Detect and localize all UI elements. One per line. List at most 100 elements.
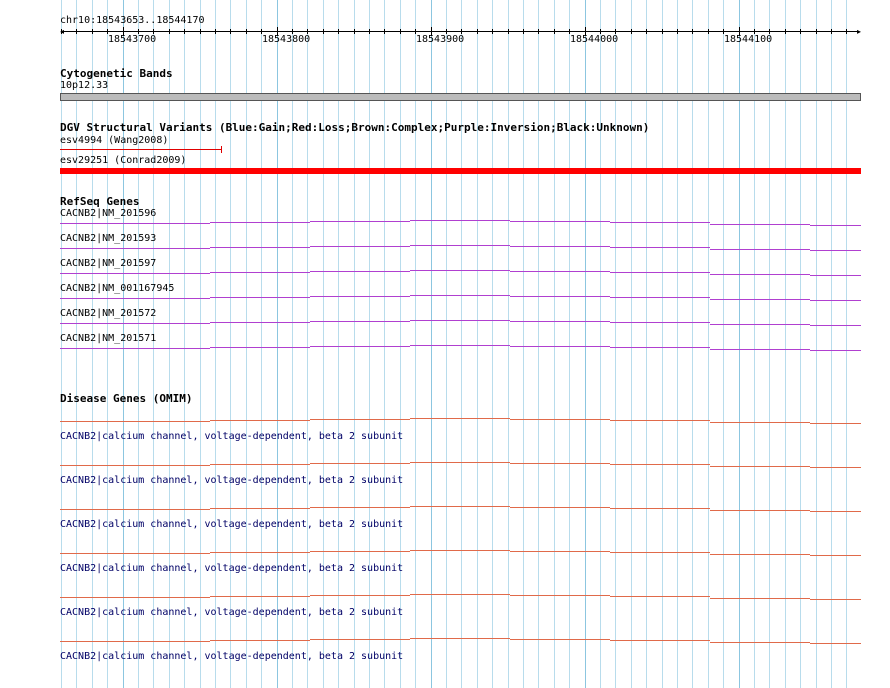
disease-gene-feature-segment[interactable] (810, 643, 861, 644)
gene-feature-segment[interactable] (710, 274, 810, 275)
disease-gene-feature-segment[interactable] (60, 509, 210, 510)
gene-feature-segment[interactable] (810, 325, 861, 326)
disease-gene-feature-segment[interactable] (710, 642, 810, 643)
gene-feature-segment[interactable] (610, 222, 710, 223)
disease-gene-feature-segment[interactable] (610, 464, 710, 465)
gene-feature-segment[interactable] (710, 349, 810, 350)
disease-gene-feature-segment[interactable] (610, 552, 710, 553)
gene-feature-segment[interactable] (210, 322, 310, 323)
disease-gene-feature-segment[interactable] (810, 599, 861, 600)
variant-bar[interactable] (60, 149, 222, 150)
gene-feature-segment[interactable] (210, 247, 310, 248)
gene-feature-segment[interactable] (710, 299, 810, 300)
gene-feature-segment[interactable] (510, 221, 610, 222)
gene-feature-segment[interactable] (410, 345, 510, 346)
gene-feature-segment[interactable] (610, 347, 710, 348)
gene-feature-segment[interactable] (610, 272, 710, 273)
gene-feature-segment[interactable] (510, 246, 610, 247)
gene-feature-segment[interactable] (510, 296, 610, 297)
disease-gene-feature-segment[interactable] (510, 639, 610, 640)
disease-gene-feature-segment[interactable] (310, 551, 410, 552)
disease-gene-feature-segment[interactable] (510, 507, 610, 508)
disease-gene-feature-segment[interactable] (410, 594, 510, 595)
gene-feature-segment[interactable] (810, 350, 861, 351)
disease-gene-feature-segment[interactable] (210, 552, 310, 553)
disease-gene-feature-segment[interactable] (310, 595, 410, 596)
disease-gene-feature-segment[interactable] (710, 598, 810, 599)
gene-feature-segment[interactable] (310, 321, 410, 322)
disease-gene-feature-segment[interactable] (610, 508, 710, 509)
gene-feature-segment[interactable] (60, 348, 210, 349)
gene-feature-segment[interactable] (60, 273, 210, 274)
disease-gene-feature-segment[interactable] (710, 510, 810, 511)
gene-feature-segment[interactable] (210, 272, 310, 273)
disease-gene-feature-segment[interactable] (410, 638, 510, 639)
gene-feature-segment[interactable] (210, 297, 310, 298)
disease-gene-feature-segment[interactable] (610, 640, 710, 641)
disease-gene-feature-segment[interactable] (510, 551, 610, 552)
gene-feature-segment[interactable] (810, 250, 861, 251)
disease-gene-feature-segment[interactable] (60, 465, 210, 466)
gene-feature-segment[interactable] (510, 346, 610, 347)
gene-feature-segment[interactable] (310, 246, 410, 247)
gene-feature-segment[interactable] (510, 321, 610, 322)
disease-gene-feature-segment[interactable] (210, 640, 310, 641)
disease-gene-feature-segment[interactable] (210, 464, 310, 465)
disease-gene-feature-segment[interactable] (810, 555, 861, 556)
gene-feature-segment[interactable] (710, 224, 810, 225)
disease-gene-feature-segment[interactable] (410, 506, 510, 507)
disease-gene-feature-segment[interactable] (210, 596, 310, 597)
gene-feature-segment[interactable] (510, 271, 610, 272)
gene-feature-segment[interactable] (310, 271, 410, 272)
disease-gene-feature-segment[interactable] (810, 511, 861, 512)
disease-gene-feature-segment[interactable] (610, 420, 710, 421)
gene-feature-segment[interactable] (710, 249, 810, 250)
disease-gene-feature-segment[interactable] (210, 508, 310, 509)
gene-feature-segment[interactable] (410, 270, 510, 271)
disease-gene-feature-segment[interactable] (810, 467, 861, 468)
disease-gene-feature-segment[interactable] (710, 554, 810, 555)
gene-feature-segment[interactable] (60, 323, 210, 324)
gene-feature-segment[interactable] (810, 275, 861, 276)
disease-gene-feature-segment[interactable] (310, 507, 410, 508)
disease-gene-feature-segment[interactable] (60, 641, 210, 642)
ruler[interactable]: ◂ ▸ 18543700 18543800 18543900 18544000 … (60, 25, 861, 45)
variant-bar[interactable] (60, 168, 861, 174)
disease-gene-feature-segment[interactable] (60, 553, 210, 554)
gene-feature-segment[interactable] (410, 245, 510, 246)
disease-gene-feature-segment[interactable] (310, 463, 410, 464)
gene-feature-segment[interactable] (410, 320, 510, 321)
gene-feature-segment[interactable] (310, 346, 410, 347)
disease-gene-feature-segment[interactable] (410, 550, 510, 551)
disease-gene-feature-segment[interactable] (610, 596, 710, 597)
disease-gene-feature-segment[interactable] (510, 419, 610, 420)
gene-feature-segment[interactable] (710, 324, 810, 325)
gene-feature-segment[interactable] (60, 298, 210, 299)
disease-gene-feature-segment[interactable] (510, 595, 610, 596)
disease-gene-feature-segment[interactable] (310, 419, 410, 420)
gene-feature-segment[interactable] (310, 221, 410, 222)
cytoband-bar[interactable] (60, 93, 861, 101)
disease-gene-feature-segment[interactable] (510, 463, 610, 464)
gene-feature-segment[interactable] (410, 295, 510, 296)
gene-feature-segment[interactable] (210, 347, 310, 348)
disease-gene-feature-segment[interactable] (60, 597, 210, 598)
gene-feature-segment[interactable] (310, 296, 410, 297)
gene-feature-segment[interactable] (60, 223, 210, 224)
disease-gene-feature-segment[interactable] (310, 639, 410, 640)
gene-feature-segment[interactable] (610, 297, 710, 298)
disease-gene-feature-segment[interactable] (210, 420, 310, 421)
gene-feature-segment[interactable] (810, 300, 861, 301)
gene-feature-segment[interactable] (410, 220, 510, 221)
disease-gene-feature-segment[interactable] (810, 423, 861, 424)
gene-feature-segment[interactable] (60, 248, 210, 249)
gene-feature-segment[interactable] (610, 247, 710, 248)
gene-feature-segment[interactable] (210, 222, 310, 223)
disease-gene-feature-segment[interactable] (60, 421, 210, 422)
gene-feature-segment[interactable] (810, 225, 861, 226)
gene-feature-segment[interactable] (610, 322, 710, 323)
disease-gene-feature-segment[interactable] (710, 422, 810, 423)
disease-gene-feature-segment[interactable] (410, 462, 510, 463)
disease-gene-feature-segment[interactable] (710, 466, 810, 467)
disease-gene-feature-segment[interactable] (410, 418, 510, 419)
